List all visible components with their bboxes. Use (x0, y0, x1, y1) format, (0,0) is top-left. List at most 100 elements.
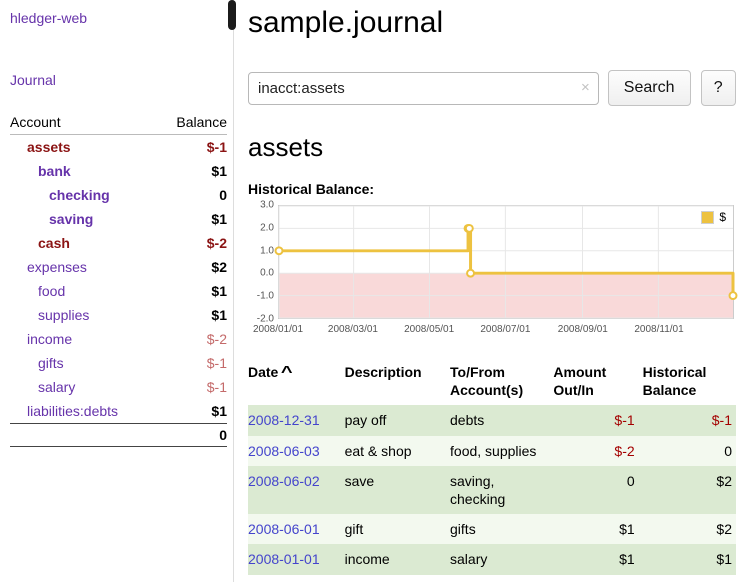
account-link[interactable]: food (38, 283, 65, 299)
chart-svg (279, 206, 733, 318)
account-balance: $1 (158, 303, 227, 327)
x-axis-label: 2008/07/01 (480, 324, 530, 335)
transaction-date-link[interactable]: 2008-06-03 (248, 443, 320, 459)
account-balance: $-2 (158, 231, 227, 255)
chart-x-axis: 2008/01/012008/03/012008/05/012008/07/01… (278, 324, 734, 338)
transaction-date-link[interactable]: 2008-12-31 (248, 412, 320, 428)
account-link[interactable]: expenses (27, 259, 87, 275)
search-box: × (248, 72, 599, 105)
y-axis-label: 2.0 (260, 222, 274, 233)
sort-asc-icon: ^ (281, 363, 293, 384)
register-date-cell: 2008-06-02 (248, 466, 345, 514)
account-link[interactable]: saving (49, 211, 93, 227)
y-axis-label: -2.0 (257, 314, 274, 325)
register-date-cell: 2008-06-03 (248, 436, 345, 466)
account-link[interactable]: cash (38, 235, 70, 251)
account-row: checking 0 (10, 183, 227, 207)
x-axis-label: 2008/11/01 (634, 324, 683, 335)
account-balance: $-1 (158, 351, 227, 375)
sidebar-divider (233, 0, 234, 582)
register-header-description: Description (345, 359, 450, 405)
x-axis-label: 2008/09/01 (558, 324, 608, 335)
account-balance: $-2 (158, 327, 227, 351)
register-balance-cell: $-1 (643, 405, 736, 435)
account-balance: 0 (158, 183, 227, 207)
register-header-date[interactable]: Date^ (248, 359, 345, 405)
account-link[interactable]: checking (49, 187, 110, 203)
register-row: 2008-01-01incomesalary$1$1 (248, 544, 736, 574)
register-description-cell: gift (345, 514, 450, 544)
account-row: saving$1 (10, 207, 227, 231)
account-row: supplies $1 (10, 303, 227, 327)
search-button[interactable]: Search (608, 70, 691, 106)
account-link[interactable]: liabilities:debts (27, 403, 118, 419)
legend-swatch-icon (701, 211, 714, 224)
register-date-cell: 2008-12-31 (248, 405, 345, 435)
app-title-link[interactable]: hledger-web (10, 10, 87, 26)
accounts-table: Account Balance assets $-1 bank $1 checking 0… (10, 110, 227, 447)
account-link[interactable]: income (27, 331, 72, 347)
transaction-date-link[interactable]: 2008-06-02 (248, 473, 320, 489)
y-axis-label: 1.0 (260, 245, 274, 256)
account-balance: $-1 (158, 375, 227, 399)
nav-journal-link[interactable]: Journal (10, 72, 56, 88)
transaction-date-link[interactable]: 2008-01-01 (248, 551, 320, 567)
accounts-header-balance: Balance (158, 110, 227, 135)
register-header-date-label: Date (248, 364, 278, 380)
account-row: bank $1 (10, 159, 227, 183)
transaction-date-link[interactable]: 2008-06-01 (248, 521, 320, 537)
register-amount-cell: $1 (553, 544, 642, 574)
accounts-total-balance: 0 (158, 424, 227, 447)
clear-search-icon[interactable]: × (581, 80, 590, 95)
sidebar: hledger-web Journal Account Balance asse… (0, 0, 233, 447)
account-link[interactable]: bank (38, 163, 71, 179)
balance-chart: 3.02.01.00.0-1.0-2.0 $ 2008/01/012008/03… (248, 205, 736, 339)
x-axis-label: 2008/05/01 (404, 324, 454, 335)
chart-title: Historical Balance: (248, 181, 736, 197)
x-axis-label: 2008/03/01 (328, 324, 378, 335)
account-heading: assets (248, 132, 736, 163)
register-row: 2008-06-03eat & shopfood, supplies$-20 (248, 436, 736, 466)
register-balance-cell: $1 (643, 544, 736, 574)
account-link[interactable]: supplies (38, 307, 89, 323)
register-date-cell: 2008-06-01 (248, 514, 345, 544)
account-balance: $-1 (158, 135, 227, 160)
account-balance: $2 (158, 255, 227, 279)
scrollbar-thumb[interactable] (228, 0, 236, 30)
register-accounts-cell: gifts (450, 514, 553, 544)
register-amount-cell: 0 (553, 466, 642, 514)
account-row: cash $-2 (10, 231, 227, 255)
register-header-balance: Historical Balance (643, 359, 736, 405)
search-input[interactable] (248, 72, 599, 105)
register-accounts-cell: saving, checking (450, 466, 553, 514)
account-row: food$1 (10, 279, 227, 303)
accounts-header-account: Account (10, 110, 158, 135)
account-link[interactable]: assets (27, 139, 71, 155)
account-link[interactable]: salary (38, 379, 75, 395)
accounts-total-spacer (10, 424, 158, 447)
x-axis-label: 2008/01/01 (253, 324, 303, 335)
register-row: 2008-12-31pay offdebts$-1$-1 (248, 405, 736, 435)
account-balance: $1 (158, 159, 227, 183)
account-row: gifts $-1 (10, 351, 227, 375)
register-description-cell: pay off (345, 405, 450, 435)
search-form: × Search ? (248, 70, 736, 106)
register-accounts-cell: debts (450, 405, 553, 435)
register-header-row: Date^ Description To/From Account(s) Amo… (248, 359, 736, 405)
chart-y-axis: 3.02.01.00.0-1.0-2.0 (248, 205, 274, 319)
y-axis-label: 3.0 (260, 200, 274, 211)
account-balance: $1 (158, 399, 227, 424)
legend-label: $ (719, 210, 726, 224)
account-link[interactable]: gifts (38, 355, 64, 371)
register-balance-cell: $2 (643, 466, 736, 514)
chart-legend: $ (698, 209, 729, 225)
register-balance-cell: $2 (643, 514, 736, 544)
register-accounts-cell: food, supplies (450, 436, 553, 466)
account-row: salary $-1 (10, 375, 227, 399)
register-row: 2008-06-01 giftgifts$1$2 (248, 514, 736, 544)
register-description-cell: income (345, 544, 450, 574)
help-button[interactable]: ? (701, 70, 737, 106)
register-amount-cell: $1 (553, 514, 642, 544)
y-axis-label: -1.0 (257, 291, 274, 302)
chart-plot-area: $ (278, 205, 734, 319)
